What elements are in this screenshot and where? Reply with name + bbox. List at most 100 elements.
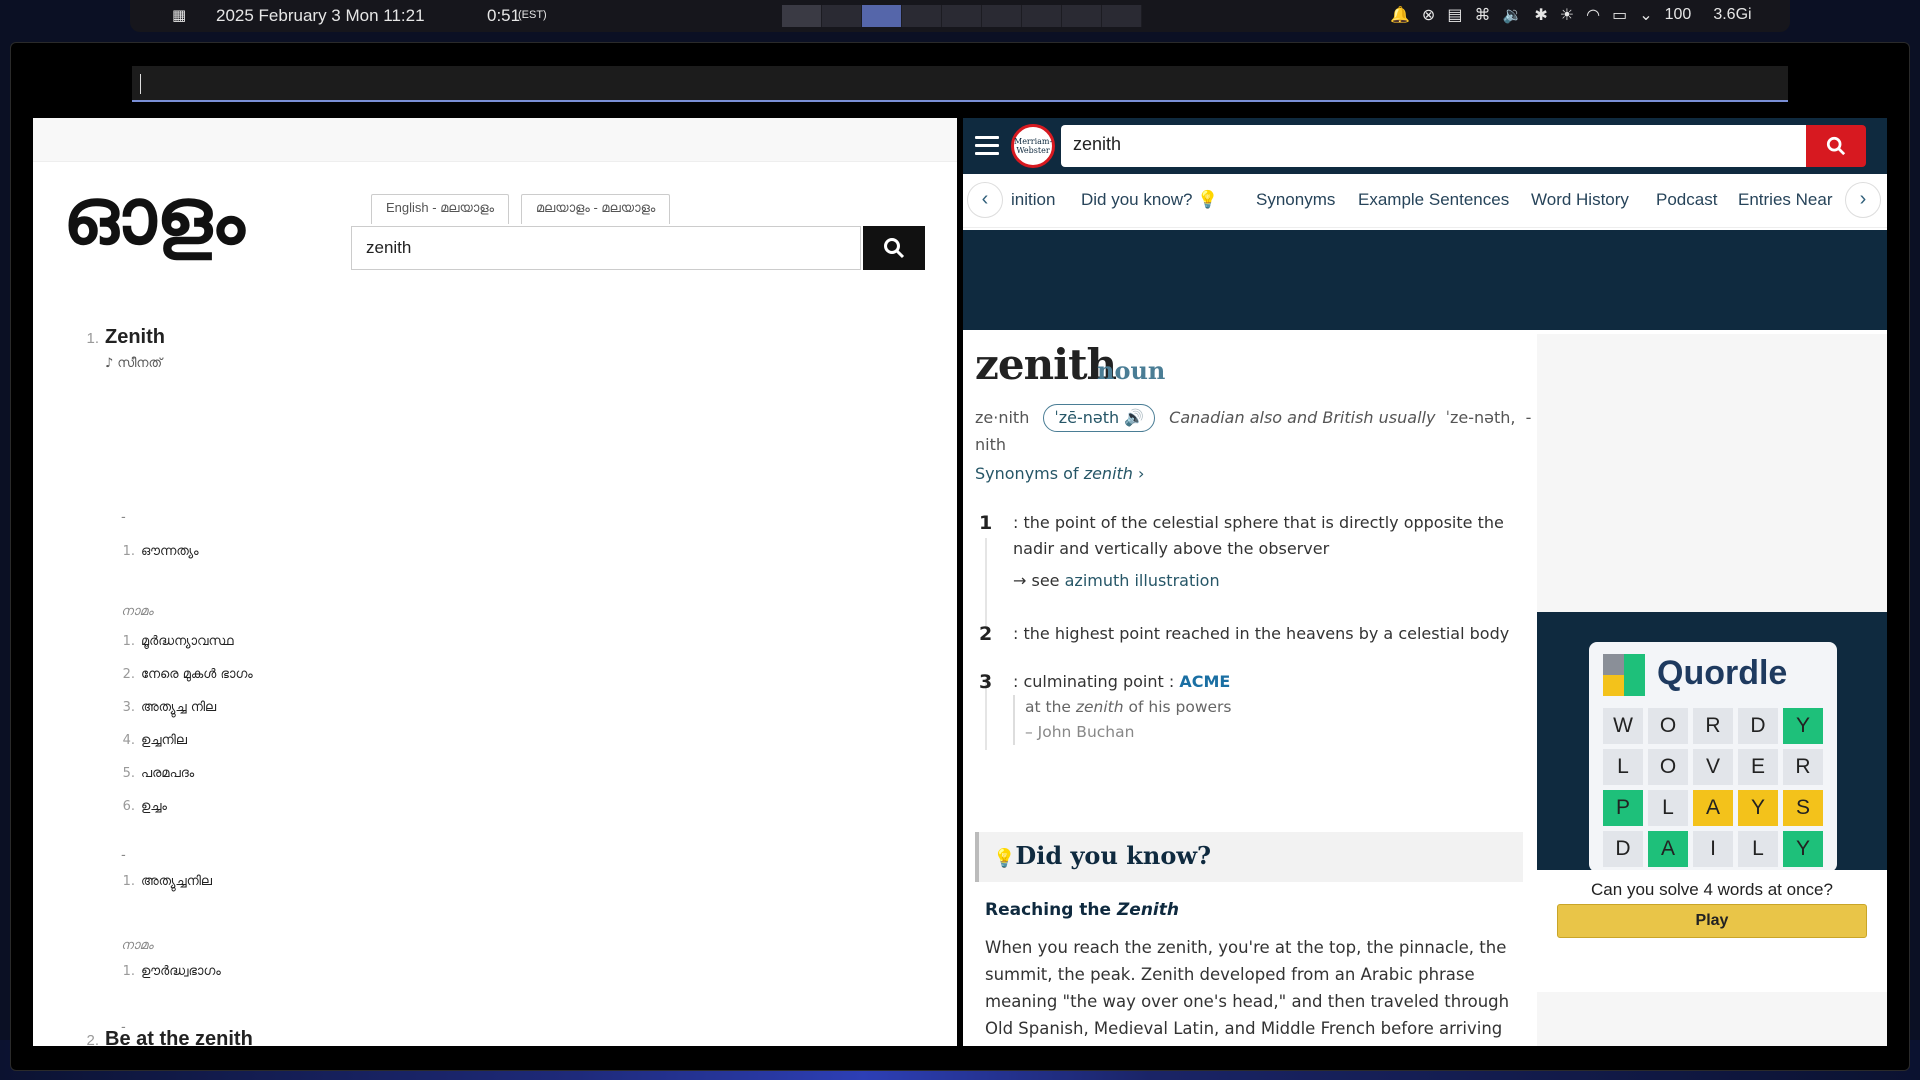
bluetooth-icon[interactable]: ✱ <box>1534 5 1547 25</box>
tab-malayalam-malayalam[interactable]: മലയാളം - മലയാളം <box>521 194 671 224</box>
wifi-icon[interactable]: ◠ <box>1586 5 1600 25</box>
battery-icon[interactable]: ▭ <box>1612 5 1627 25</box>
synonyms-link[interactable]: Synonyms of zenith › <box>975 464 1144 483</box>
play-button[interactable]: Play <box>1557 904 1867 938</box>
chevron-down-icon[interactable]: ⌄ <box>1639 5 1652 25</box>
group-label: നാമം <box>121 604 154 619</box>
quordle-cell: D <box>1738 708 1778 744</box>
entry-title: Zenith <box>105 326 165 348</box>
nav-example-sentences[interactable]: Example Sentences <box>1358 190 1509 210</box>
workspace-2[interactable] <box>822 5 862 27</box>
quordle-cell: Y <box>1738 790 1778 826</box>
bell-icon[interactable]: 🔔 <box>1390 5 1410 25</box>
meaning-item[interactable]: 5. പരമപദം <box>113 766 195 781</box>
command-input[interactable] <box>132 66 1788 102</box>
meaning-item[interactable]: 6. ഉച്ചം <box>113 799 167 814</box>
nav-synonyms[interactable]: Synonyms <box>1256 190 1335 210</box>
ad-slot <box>1537 992 1887 1046</box>
dyk-paragraph: When you reach the zenith, you're at the… <box>985 938 1510 1038</box>
definition-3: 3 : culminating point : ACME at the zeni… <box>975 669 1535 745</box>
chevron-left-icon[interactable]: ‹ <box>967 182 1003 218</box>
volume-icon[interactable]: 🔉 <box>1502 5 1522 25</box>
meaning-item[interactable]: 4. ഉച്ചനില <box>113 733 187 748</box>
tab-english-malayalam[interactable]: English - മലയാളം <box>371 194 510 224</box>
mw-logo[interactable]: Merriam-Webster <box>1011 124 1055 168</box>
pronunciation[interactable]: ♪ സീനത് <box>105 356 162 371</box>
brightness-icon[interactable]: ☀ <box>1560 5 1574 25</box>
quordle-cell: L <box>1738 831 1778 867</box>
clock: 2025 February 3 Mon 11:21 <box>216 6 425 25</box>
quordle-cell: A <box>1648 831 1688 867</box>
nav-word-history[interactable]: Word History <box>1531 190 1629 210</box>
meaning-item[interactable]: 1. അത്യുച്ചനില <box>113 874 212 889</box>
section-nav: ‹ inition Did you know? 💡 Synonyms Examp… <box>963 174 1887 228</box>
meaning-item[interactable]: 1. ഔന്നത്യം <box>113 544 199 559</box>
pronunciation-button[interactable]: ˈzē-nəth 🔊 <box>1043 404 1156 432</box>
chevron-right-icon[interactable]: › <box>1845 182 1881 218</box>
quordle-title: Quordle <box>1657 654 1788 692</box>
search-icon <box>1826 136 1846 156</box>
quordle-cell: V <box>1693 749 1733 785</box>
quordle-cell: R <box>1693 708 1733 744</box>
search-input[interactable]: zenith <box>351 226 861 270</box>
no-disturb-icon[interactable]: ⊗ <box>1422 5 1435 25</box>
nav-did-you-know[interactable]: Did you know? 💡 <box>1081 190 1218 210</box>
lightbulb-icon: 💡 <box>1197 190 1219 209</box>
meaning-item[interactable]: 3. അത്യുച്ച നില <box>113 700 217 715</box>
workspace-5[interactable] <box>942 5 982 27</box>
workspace-3[interactable] <box>862 5 902 27</box>
quordle-cell: L <box>1603 749 1643 785</box>
workspace-8[interactable] <box>1062 5 1102 27</box>
did-you-know-heading: 💡Did you know? <box>975 832 1523 882</box>
memory-usage: 3.6Gi <box>1713 6 1752 23</box>
search-button[interactable] <box>1806 125 1866 167</box>
workspace-1[interactable] <box>782 5 822 27</box>
olam-pane: ഓളം English - മലയാളം മലയാളം - മലയാളം zen… <box>33 118 957 1046</box>
workspace-6[interactable] <box>982 5 1022 27</box>
group-label: നാമം <box>121 938 154 953</box>
status-bar: ▦ 2025 February 3 Mon 11:21 0:51 (EST) 🔔… <box>130 0 1790 32</box>
azimuth-link[interactable]: azimuth illustration <box>1065 571 1220 590</box>
quordle-cell: S <box>1783 790 1823 826</box>
workspace-9[interactable] <box>1102 5 1142 27</box>
meaning-item[interactable]: 1. ഊർദ്ധ്വഭാഗം <box>113 964 221 979</box>
quordle-cell: W <box>1603 708 1643 744</box>
quordle-grid: WORDYLOVERPLAYSDAILY <box>1603 708 1823 867</box>
search-input[interactable]: zenith <box>1061 125 1806 167</box>
quordle-cell: A <box>1693 790 1733 826</box>
menu-icon[interactable] <box>975 136 999 160</box>
group-label: - <box>121 848 126 863</box>
quordle-cell: D <box>1603 831 1643 867</box>
nav-podcast[interactable]: Podcast <box>1656 190 1717 210</box>
quordle-ad[interactable]: Quordle WORDYLOVERPLAYSDAILY Can you sol… <box>1537 612 1887 942</box>
acme-link[interactable]: ACME <box>1179 672 1230 691</box>
olam-logo[interactable]: ഓളം <box>63 178 245 256</box>
layout-icon[interactable]: ▦ <box>172 6 186 24</box>
entry-title: Be at the zenith <box>105 1028 253 1046</box>
mw-header: Merriam-Webster zenith <box>963 118 1887 174</box>
timer: 0:51 <box>487 6 521 25</box>
clipboard-icon[interactable]: ▤ <box>1447 5 1462 25</box>
quordle-cell: O <box>1648 749 1688 785</box>
speaker-icon: 🔊 <box>1124 408 1145 427</box>
dyk-subheading: Reaching the Zenith <box>985 900 1179 920</box>
headword: zenith <box>975 340 1117 389</box>
chevron-right-icon: › <box>1138 464 1145 483</box>
meaning-item[interactable]: 2. നേരെ മുകൾ ഭാഗം <box>113 667 253 682</box>
nav-entries-near[interactable]: Entries Near <box>1738 190 1832 210</box>
quordle-question: Can you solve 4 words at once? <box>1537 870 1887 900</box>
nav-definition[interactable]: inition <box>1011 190 1055 210</box>
workspace-switcher <box>782 5 1142 27</box>
definition-2: 2 : the highest point reached in the hea… <box>979 623 1510 645</box>
olam-header <box>33 118 957 162</box>
meaning-item[interactable]: 1. മൂർദ്ധന്യാവസ്ഥ <box>113 634 234 649</box>
command-icon[interactable]: ⌘ <box>1474 5 1490 25</box>
quordle-card: Quordle WORDYLOVERPLAYSDAILY <box>1589 642 1837 872</box>
workspace-7[interactable] <box>1022 5 1062 27</box>
quordle-cell: I <box>1693 831 1733 867</box>
search-button[interactable] <box>863 226 925 270</box>
workspace-4[interactable] <box>902 5 942 27</box>
part-of-speech[interactable]: noun <box>1097 356 1165 385</box>
quordle-logo-icon <box>1603 654 1645 696</box>
timezone: (EST) <box>518 9 547 21</box>
